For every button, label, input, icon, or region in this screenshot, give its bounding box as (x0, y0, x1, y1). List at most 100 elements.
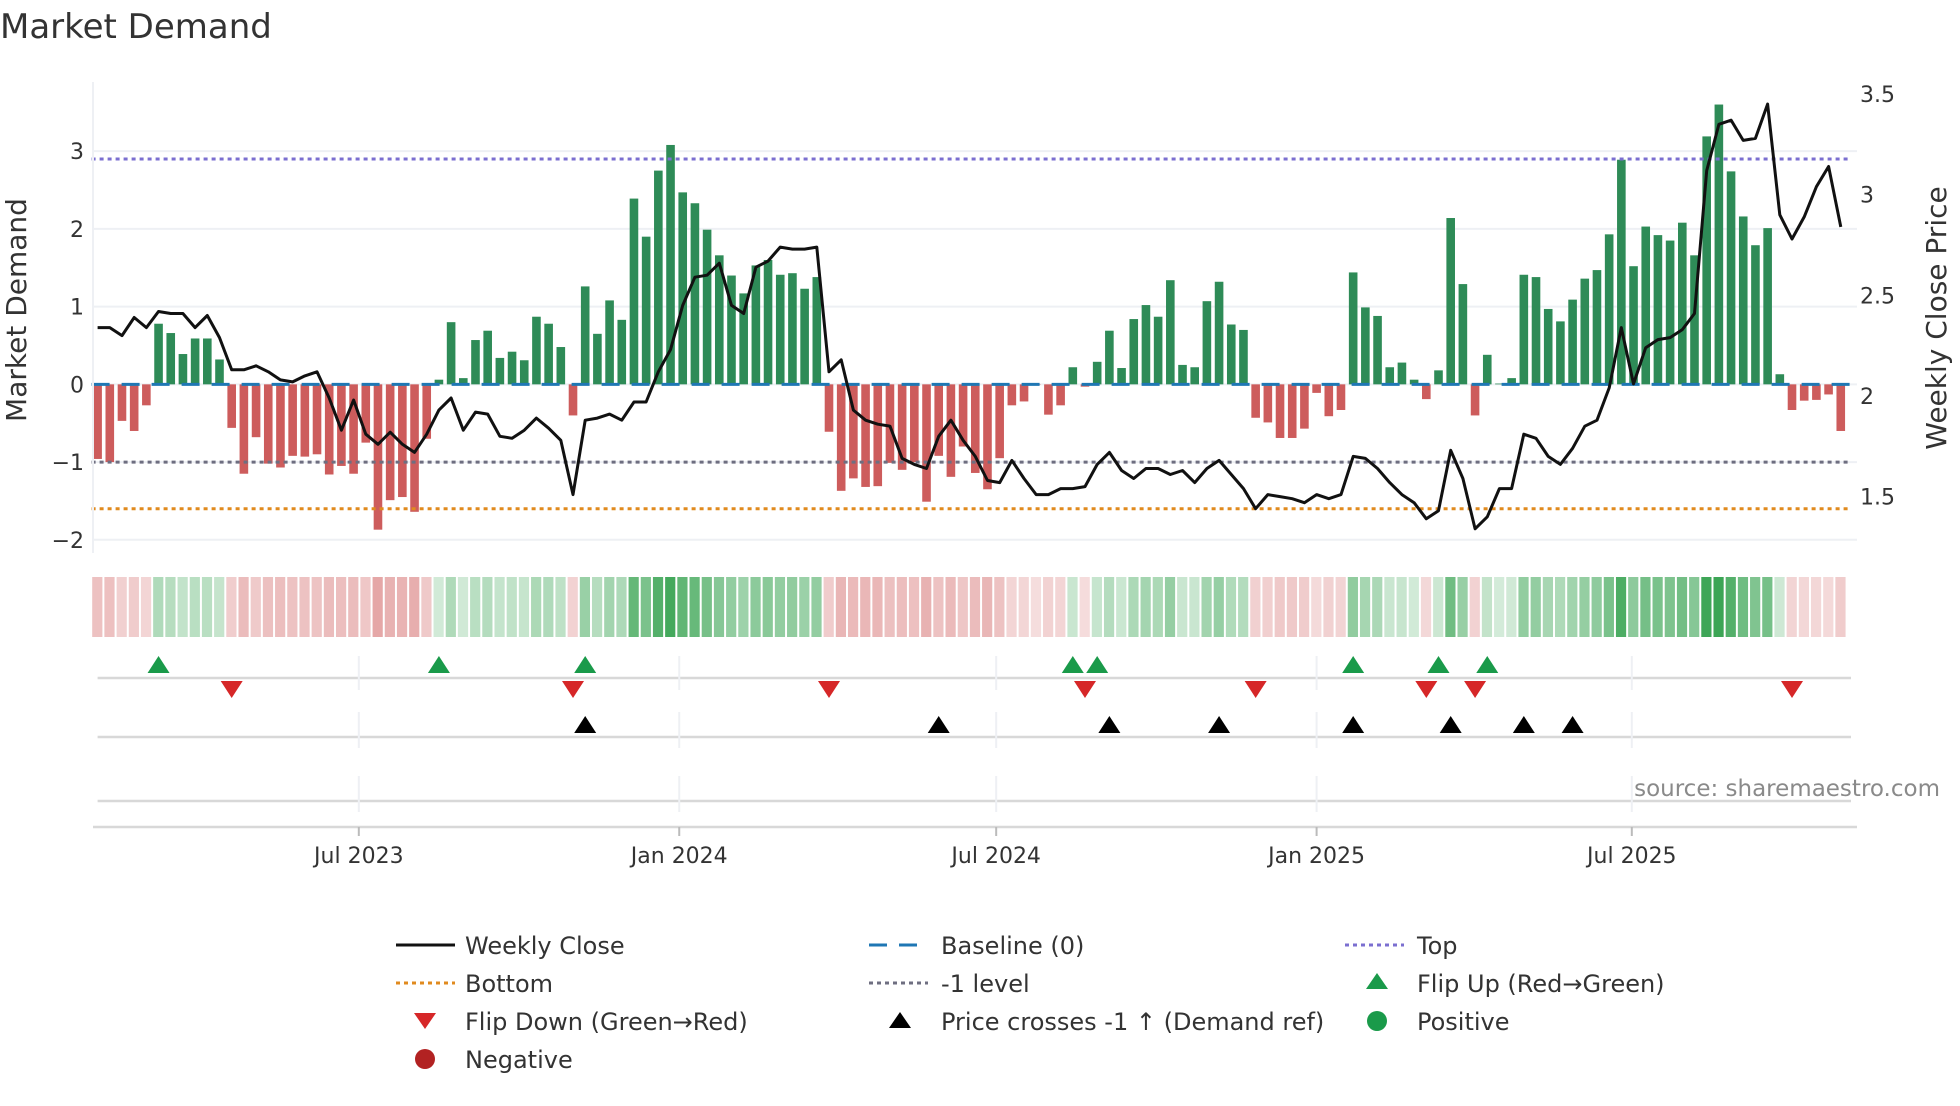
heat-cell (433, 577, 444, 637)
demand-bar (1385, 367, 1395, 385)
heat-cell (1116, 577, 1127, 637)
heat-cell (1164, 577, 1176, 637)
heat-cell (275, 577, 286, 637)
grid-lines (93, 150, 1857, 541)
demand-bar (1592, 270, 1602, 385)
demand-bar (1251, 384, 1260, 418)
heat-cell (543, 577, 554, 637)
heat-cell (250, 577, 261, 637)
heat-cell (1774, 577, 1785, 637)
heat-cell (933, 577, 944, 637)
heat-cell (238, 577, 249, 637)
demand-bar (1348, 272, 1358, 385)
heat-cell (1506, 577, 1517, 637)
demand-bar (446, 322, 456, 385)
demand-bar (910, 384, 919, 463)
demand-bar (654, 170, 663, 385)
y-tick-label-right: 3 (1860, 184, 1874, 209)
demand-bar (1287, 384, 1297, 438)
heat-cell (1518, 577, 1529, 637)
demand-bar (1836, 384, 1846, 431)
heat-cell (982, 577, 993, 637)
heat-cell (1494, 577, 1505, 637)
demand-bar (93, 384, 102, 459)
demand-bar (1665, 240, 1675, 385)
flip-markers: Jul 2023 Jan 2024 Jul 2024 Jan 2025 Jul 2025 (93, 656, 1857, 869)
heat-cell (689, 577, 700, 637)
heat-cell (1177, 577, 1188, 637)
heat-cell (1823, 577, 1834, 637)
demand-bar (166, 333, 176, 385)
demand-bar (1775, 374, 1785, 385)
demand-bar (1617, 159, 1626, 385)
heat-cell (1835, 577, 1846, 637)
demand-bar (1300, 384, 1309, 429)
legend-baseline: Baseline (0) (941, 932, 1084, 960)
demand-bar (105, 384, 115, 463)
demand-bar (1068, 367, 1078, 385)
legend-flip-up: Flip Up (Red→Green) (1417, 970, 1665, 998)
y-tick-label-right: 3.5 (1860, 83, 1895, 108)
heat-cell (750, 577, 761, 637)
flip-up-marker (574, 656, 597, 673)
demand-bar (1580, 278, 1590, 385)
demand-bar (300, 384, 310, 457)
price-cross-marker (1439, 716, 1462, 733)
flip-up-marker (1086, 656, 1109, 673)
heat-cell (201, 577, 213, 637)
demand-bar (154, 323, 163, 385)
demand-bar (1799, 384, 1809, 401)
demand-bar (1738, 216, 1748, 385)
y-tick-label-left: −2 (52, 529, 84, 554)
demand-bar (495, 357, 505, 385)
heat-cell (506, 577, 517, 637)
demand-bar (507, 351, 517, 385)
heat-cell (1323, 577, 1334, 637)
demand-bar (1763, 228, 1772, 385)
demand-bar (1531, 277, 1541, 385)
heat-cell (372, 577, 383, 637)
demand-bar (1714, 104, 1724, 385)
heat-cell (811, 577, 822, 637)
demand-bar (605, 300, 614, 385)
heat-cell (701, 577, 712, 637)
y-tick-label-left: −1 (52, 451, 84, 476)
demand-bar (922, 384, 931, 502)
heat-cell (457, 577, 469, 637)
heat-cell (1152, 577, 1163, 637)
demand-bar (568, 384, 578, 416)
demand-bar (678, 192, 688, 385)
demand-bar (1312, 384, 1321, 393)
demand-bar (532, 316, 541, 385)
legend-price-cross: Price crosses -1 ↑ (Demand ref) (941, 1008, 1324, 1036)
demand-bar (142, 384, 151, 406)
price-cross-marker (1208, 716, 1231, 733)
heat-cell (311, 577, 322, 637)
demand-bar (263, 384, 273, 464)
demand-bar (1105, 330, 1114, 385)
demand-bar (1202, 301, 1212, 385)
legend-positive: Positive (1417, 1008, 1510, 1036)
heat-cell (1079, 577, 1090, 637)
heat-cell (1579, 577, 1590, 637)
y-axis-label-right: Weekly Close Price (1920, 186, 1953, 449)
legend-positive-icon (1367, 1011, 1387, 1031)
demand-bar (1092, 361, 1102, 385)
source-note: source: sharemaestro.com (1634, 776, 1940, 802)
demand-bar (1812, 384, 1821, 400)
demand-bar (1824, 384, 1833, 395)
heat-cell (177, 577, 188, 637)
heat-cell (1640, 577, 1651, 637)
heat-cell (1396, 577, 1407, 637)
heat-cell (957, 577, 968, 637)
heat-cell (1542, 577, 1554, 637)
demand-bar (775, 274, 785, 385)
heat-cell (1408, 577, 1419, 637)
demand-bar (1190, 367, 1199, 385)
heat-cell (1701, 577, 1712, 637)
demand-bar (1166, 280, 1175, 385)
heat-cell (665, 577, 676, 637)
heat-cell (860, 577, 871, 637)
heat-cell (360, 577, 371, 637)
heat-cell (1591, 577, 1602, 637)
